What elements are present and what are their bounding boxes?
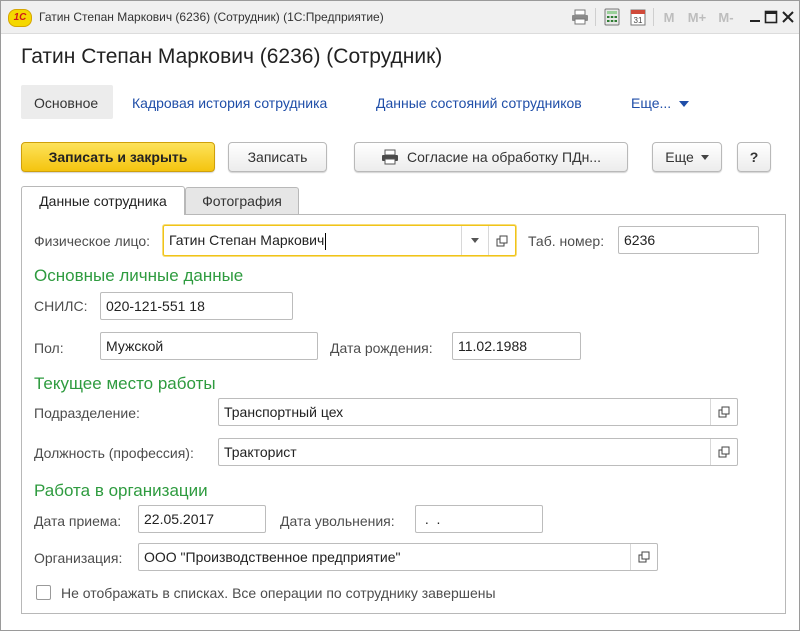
memory-plus-button[interactable]: M+ [686,7,708,27]
birth-date-label: Дата рождения: [330,340,433,356]
snils-field[interactable]: 020-121-551 18 [100,292,293,320]
dismissal-date-label: Дата увольнения: [280,513,395,529]
hide-in-lists-label[interactable]: Не отображать в списках. Все операции по… [61,585,496,601]
person-label: Физическое лицо: [34,233,151,249]
calculator-icon[interactable] [601,7,623,27]
gender-field[interactable]: Мужской [100,332,318,360]
birth-date-field[interactable]: 11.02.1988 [452,332,581,360]
chevron-down-icon [471,238,479,243]
department-label: Подразделение: [34,405,140,421]
hire-date-label: Дата приема: [34,513,122,529]
dismissal-date-field[interactable]: . . [415,505,543,533]
separator [595,8,596,26]
tab-number-label: Таб. номер: [528,233,605,249]
print-icon[interactable] [569,7,591,27]
app-logo[interactable]: 1С [8,9,32,27]
person-value: Гатин Степан Маркович [169,232,325,248]
organization-field[interactable]: ООО "Производственное предприятие" [138,543,658,571]
save-button[interactable]: Записать [228,142,327,172]
position-field[interactable]: Тракторист [218,438,738,466]
nav-item-more[interactable]: Еще... [631,95,690,111]
tab-number-field[interactable]: 6236 [618,226,759,254]
page-title: Гатин Степан Маркович (6236) (Сотрудник) [21,45,443,68]
nav-item-personnel-history[interactable]: Кадровая история сотрудника [132,95,327,111]
open-icon [718,406,730,418]
person-field[interactable]: Гатин Степан Маркович [163,225,516,256]
open-icon [496,235,508,246]
organization-label: Организация: [34,550,123,566]
position-label: Должность (профессия): [34,445,194,461]
tab-employee-data[interactable]: Данные сотрудника [21,186,185,215]
consent-pd-button[interactable]: Согласие на обработку ПДн... [354,142,628,172]
title-bar: 1С Гатин Степан Маркович (6236) (Сотрудн… [1,1,799,34]
snils-label: СНИЛС: [34,298,88,314]
consent-pd-label: Согласие на обработку ПДн... [407,149,601,165]
gender-label: Пол: [34,340,64,356]
nav-more-label: Еще... [631,95,672,111]
text-cursor [325,232,327,250]
save-and-close-button[interactable]: Записать и закрыть [21,142,215,172]
help-button[interactable]: ? [737,142,771,172]
memory-m-button[interactable]: M [661,7,677,27]
triangle-down-icon [700,154,709,160]
more-actions-label: Еще [665,149,694,165]
printer-icon [381,149,399,165]
nav-item-main[interactable]: Основное [34,95,98,111]
svg-text:31: 31 [634,16,643,25]
calendar-icon[interactable]: 31 [627,7,649,27]
department-field[interactable]: Транспортный цех [218,398,738,426]
triangle-down-icon [679,101,690,108]
section-organization: Работа в организации [34,481,208,500]
hide-in-lists-checkbox[interactable] [36,585,51,600]
position-value: Тракторист [224,444,297,460]
section-current-work: Текущее место работы [34,374,216,393]
window-title: Гатин Степан Маркович (6236) (Сотрудник)… [39,10,384,24]
organization-value: ООО "Производственное предприятие" [144,549,401,565]
section-personal-data: Основные личные данные [34,266,244,285]
window: 1С Гатин Степан Маркович (6236) (Сотрудн… [0,0,800,631]
separator [653,8,654,26]
open-icon [718,446,730,458]
hire-date-field[interactable]: 22.05.2017 [138,505,266,533]
memory-minus-button[interactable]: M- [716,7,736,27]
nav-item-employee-states[interactable]: Данные состояний сотрудников [376,95,582,111]
more-actions-button[interactable]: Еще [652,142,722,172]
close-icon[interactable] [778,7,798,27]
open-organization-button[interactable] [630,544,657,570]
open-position-button[interactable] [710,439,737,465]
open-icon [638,551,650,563]
open-department-button[interactable] [710,399,737,425]
tab-photo[interactable]: Фотография [185,187,299,214]
open-person-button[interactable] [488,226,515,255]
dropdown-button[interactable] [461,226,488,255]
department-value: Транспортный цех [224,404,344,420]
